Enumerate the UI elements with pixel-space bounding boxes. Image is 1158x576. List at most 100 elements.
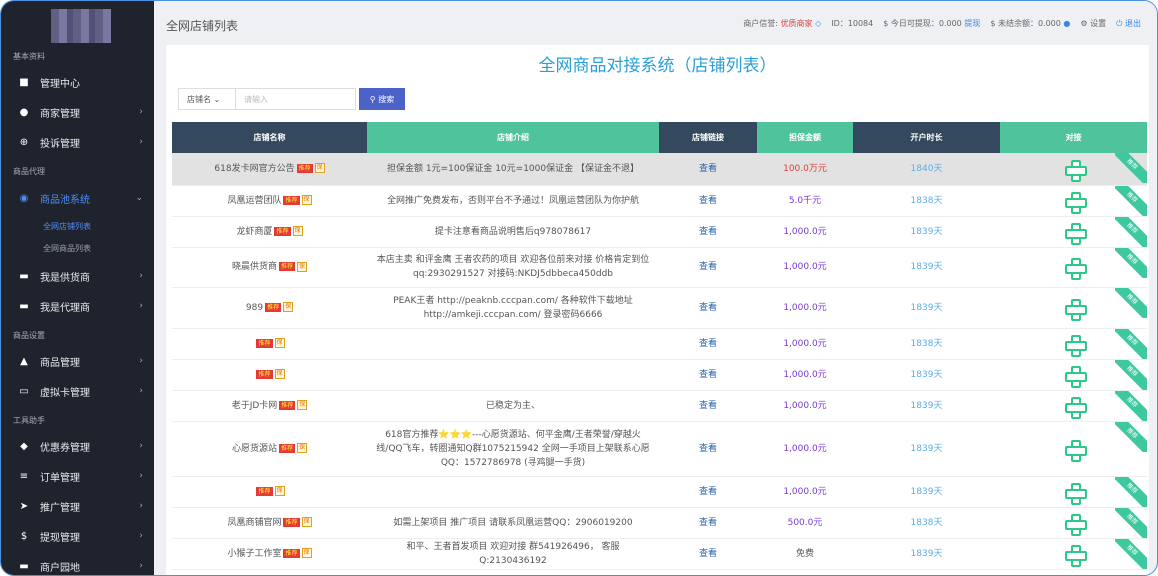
logo [51,9,111,43]
view-link[interactable]: 查看 [699,487,717,497]
sidebar-item-coupons[interactable]: ◆ 优惠券管理 › [1,432,154,460]
section-product-settings: 商品设置 [13,331,45,340]
sidebar-item-label: 商品池系统 [40,194,90,206]
chevron-right-icon: › [139,441,143,451]
shop-intro: 如需上架项目 推广项目 请联系凤凰运营QQ：2906019200 [367,507,659,539]
view-link[interactable]: 查看 [699,227,717,237]
guarantee-badge: 保 [297,400,308,410]
sidebar-item-withdraw[interactable]: $ 提现管理 › [1,522,154,550]
view-link[interactable]: 查看 [699,262,717,272]
withdraw-link[interactable]: 提现 [964,19,980,28]
sidebar-item-complaints[interactable]: ⊕ 投诉管理 › [1,128,154,156]
search-field-select[interactable]: 店铺名 ⌄ [178,88,236,110]
recommend-badge: 推荐 [283,195,300,205]
view-link[interactable]: 查看 [699,370,717,380]
guarantee-badge: 保 [314,163,325,174]
plus-icon[interactable] [1064,222,1087,245]
sidebar-item-label: 提现管理 [40,532,80,544]
sidebar-item-product-pool[interactable]: ◉ 商品池系统 ⌄ [1,184,154,212]
chevron-right-icon: › [139,471,143,481]
plus-icon[interactable] [1064,396,1087,419]
view-link[interactable]: 查看 [699,549,717,559]
home-icon: ▲ [20,355,28,367]
tag-icon: ◆ [20,440,28,452]
sidebar-item-orders[interactable]: ≡ 订单管理 › [1,462,154,490]
sidebar-item-merchant-garden[interactable]: ▬ 商户园地 › [1,552,154,575]
shop-name: 龙虾商厦 [236,226,273,237]
chevron-right-icon: › [139,271,143,281]
view-link[interactable]: 查看 [699,444,717,454]
sidebar-item-label: 我是代理商 [40,302,90,314]
shop-name-cell: 989 推荐保 [172,287,367,329]
connect-cell: 推荐 [1000,185,1147,217]
shop-name-cell: 小猴子工作室 推荐保 [172,538,367,570]
recommend-ribbon: 推荐 [1115,328,1147,359]
shop-intro [367,328,659,360]
sidebar-item-label: 商户园地 [40,562,80,574]
recommend-badge: 推荐 [265,302,282,312]
settings-button[interactable]: ⚙ 设置 [1080,18,1106,29]
plus-icon[interactable] [1064,258,1087,280]
view-link[interactable]: 查看 [699,164,717,174]
search-input[interactable]: 请输入 [236,88,356,110]
car-icon: ▬ [19,300,29,312]
open-duration: 1839天 [853,390,1000,422]
guarantee-amount: 1,000.0元 [757,287,853,329]
sidebar-item-virtual-cards[interactable]: ▭ 虚拟卡管理 › [1,377,154,405]
sidebar-item-dashboard[interactable]: ■ 管理中心 [1,68,154,96]
connect-cell: 推荐 [1000,359,1147,391]
connect-cell: 推荐 [1000,476,1147,508]
recommend-ribbon: 推荐 [1115,538,1147,569]
plus-icon[interactable] [1064,334,1087,357]
eye-icon: ◉ [19,192,29,204]
plus-icon[interactable] [1064,439,1087,462]
guarantee-amount: 1,000.0元 [757,359,853,391]
search-button[interactable]: ⚲ 搜索 [359,88,405,110]
guarantee-badge: 保 [297,261,308,272]
shop-link-cell: 查看 [659,507,757,539]
plus-icon[interactable] [1064,365,1087,388]
shop-name-cell: 老于JD卡网 推荐保 [172,390,367,422]
sidebar-item-products[interactable]: ▲ 商品管理 › [1,347,154,375]
shop-name: 心愿货源站 [231,443,277,454]
plus-icon[interactable] [1064,544,1087,567]
app-frame: 基本资料 ■ 管理中心 ● 商家管理 › ⊕ 投诉管理 › 商品代理 ◉ 商品池… [0,0,1158,576]
guarantee-amount: 1,000.0元 [757,247,853,288]
sidebar-item-supplier[interactable]: ▬ 我是供货商 › [1,262,154,290]
shop-name-cell: 推荐保 [172,359,367,391]
chevron-right-icon: › [139,386,143,396]
recommend-ribbon: 推荐 [1115,476,1147,507]
view-link[interactable]: 查看 [699,196,717,206]
merchant-id: ID：10084 [831,19,874,28]
gear-icon: ⚙ [1080,19,1088,28]
col-open-duration: 开户时长 [853,122,1000,153]
plus-icon[interactable] [1064,191,1087,214]
sidebar-item-promotion[interactable]: ➤ 推广管理 › [1,492,154,520]
sidebar-sub-product-list[interactable]: 全网商品列表 [43,243,91,254]
shop-link-cell: 查看 [659,421,757,477]
shop-link-cell: 查看 [659,185,757,217]
view-link[interactable]: 查看 [699,401,717,411]
logout-button[interactable]: ⏻ 退出 [1116,18,1141,29]
connect-cell: 推荐 [1000,538,1147,570]
chevron-right-icon: › [139,301,143,311]
plus-icon[interactable] [1064,482,1087,505]
sidebar-item-merchants[interactable]: ● 商家管理 › [1,98,154,126]
sidebar-item-agent[interactable]: ▬ 我是代理商 › [1,292,154,320]
dashboard-icon: ■ [19,76,29,88]
view-link[interactable]: 查看 [699,339,717,349]
sidebar-item-label: 推广管理 [40,502,80,514]
guarantee-badge: 保 [301,517,312,527]
guarantee-amount: 1,000.0元 [757,390,853,422]
dollar-icon: $ [20,530,28,542]
shop-name: 989 [245,302,264,313]
open-duration: 1838天 [853,328,1000,360]
plus-icon[interactable] [1064,298,1087,321]
view-link[interactable]: 查看 [699,303,717,313]
plus-icon[interactable] [1064,513,1087,536]
diamond-icon: ◇ [815,19,822,28]
view-link[interactable]: 查看 [699,518,717,528]
plus-icon[interactable] [1064,159,1087,182]
withdraw-info: $ 今日可提现：0.000 提现 [883,19,981,28]
sidebar-sub-shop-list[interactable]: 全网店铺列表 [43,221,91,232]
